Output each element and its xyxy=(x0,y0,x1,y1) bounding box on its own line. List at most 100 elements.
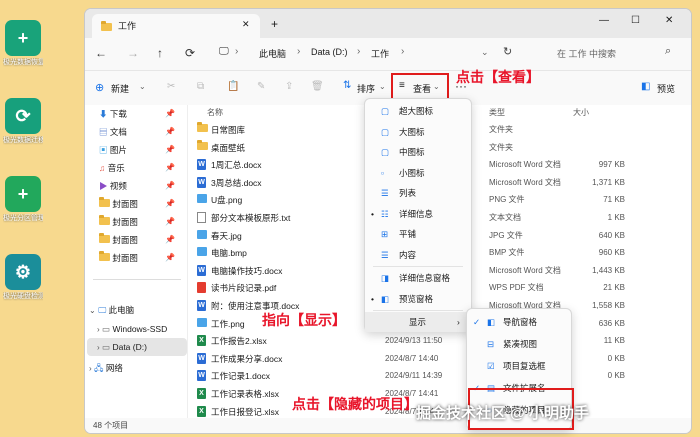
document-icon: ▤ xyxy=(99,127,108,137)
copy-icon[interactable]: ⧉ xyxy=(197,81,204,92)
back-arrow-icon[interactable]: ← xyxy=(95,46,107,60)
sidebar-item-downloads[interactable]: ⬇ 下载 📌 xyxy=(99,105,175,123)
drive-icon: ▭ xyxy=(102,342,111,352)
preview-button[interactable]: 预览 xyxy=(657,82,675,95)
new-tab-button[interactable]: + xyxy=(271,17,278,31)
view-menu-item[interactable]: • ☷ 详细信息 xyxy=(365,204,471,224)
sidebar-item-windows-ssd[interactable]: › ▭ Windows-SSD xyxy=(97,320,167,338)
column-header-type[interactable]: 类型 xyxy=(489,107,505,118)
file-size: 1,443 KB xyxy=(592,265,625,275)
compact-view-icon: ⊟ xyxy=(487,339,495,349)
pin-icon: 📌 xyxy=(165,217,175,226)
chevron-right-icon: › xyxy=(357,46,361,57)
close-tab-icon[interactable]: ✕ xyxy=(242,19,250,30)
show-menu-item[interactable]: ⊟ 紧凑视图 xyxy=(467,333,571,355)
file-name: 读书片段记录.pdf xyxy=(211,283,277,294)
desktop-icon-3[interactable]: + 极光分区管理工具 xyxy=(3,176,43,223)
desktop-icon-2[interactable]: ⟳ 极光数据迁移工具 xyxy=(3,98,43,145)
view-menu-item[interactable]: ⊞ 平铺 xyxy=(365,224,471,244)
up-arrow-icon[interactable]: ↑ xyxy=(157,46,163,60)
file-name: 3周总结.docx xyxy=(211,177,262,188)
view-menu-item[interactable]: ▢ 中图标 xyxy=(365,142,471,162)
sidebar-item-label: 文档 xyxy=(109,127,127,137)
file-name: 桌面壁纸 xyxy=(211,142,246,153)
sidebar-item-music[interactable]: ♫ 音乐 📌 xyxy=(99,159,175,177)
rename-icon[interactable]: ✎ xyxy=(257,81,265,92)
tab-title: 工作 xyxy=(118,21,137,31)
view-menu-item[interactable]: ▢ 超大图标 xyxy=(365,101,471,121)
file-size: 71 KB xyxy=(603,195,625,205)
show-menu-item-label: 导航窗格 xyxy=(503,317,538,327)
view-menu-item[interactable]: ▫ 小图标 xyxy=(365,163,471,183)
menu-divider xyxy=(373,309,463,311)
desktop-icon-4[interactable]: ⚙ 极光硬盘检测修复工具 xyxy=(3,254,43,301)
chevron-right-icon: › xyxy=(89,364,92,373)
file-size: 997 KB xyxy=(598,160,625,170)
cut-icon[interactable]: ✂ xyxy=(167,81,175,92)
close-window-button[interactable]: ✕ xyxy=(665,15,673,26)
image-file-icon xyxy=(197,229,207,239)
sidebar-item-this-pc[interactable]: ⌄ 🖵 此电脑 xyxy=(89,301,134,319)
minimize-button[interactable]: — xyxy=(599,15,609,26)
file-size: 21 KB xyxy=(603,283,625,293)
view-menu-item[interactable]: • ◧ 预览窗格 xyxy=(365,289,471,309)
column-header-size[interactable]: 大小 xyxy=(573,107,589,118)
image-file-icon xyxy=(197,247,207,257)
tab-work[interactable]: 工作 ✕ xyxy=(92,14,260,38)
search-placeholder: 在 工作 中搜索 xyxy=(557,49,617,59)
excel-file-icon: X xyxy=(197,335,206,347)
list-icon: ☰ xyxy=(381,188,389,198)
sidebar-item-cover-3[interactable]: 封面图 📌 xyxy=(99,231,175,249)
app-logo-icon: ⚙ xyxy=(5,254,41,290)
sidebar-item-cover-1[interactable]: 封面图 📌 xyxy=(99,195,175,213)
delete-icon[interactable]: 🗑 xyxy=(311,81,324,92)
show-menu-item[interactable]: ✓ ◧ 导航窗格 xyxy=(467,311,571,333)
chevron-down-icon: ⌄ xyxy=(379,82,386,91)
dropdown-chevron-icon[interactable]: ⌄ xyxy=(481,47,489,58)
sidebar-item-data-drive[interactable]: › ▭ Data (D:) xyxy=(87,338,187,356)
chevron-right-icon: › xyxy=(97,325,100,334)
desktop-icon-label: 极光硬盘检测修复工具 xyxy=(3,293,43,300)
sidebar-item-network[interactable]: › 🖧 网络 xyxy=(89,359,123,377)
refresh-icon[interactable]: ⟳ xyxy=(185,46,195,60)
sidebar-item-cover-4[interactable]: 封面图 📌 xyxy=(99,249,175,267)
view-menu-item[interactable]: 显示 › xyxy=(365,312,471,332)
pin-icon: 📌 xyxy=(165,181,175,190)
word-file-icon: W xyxy=(197,264,206,276)
sidebar-item-label: 封面图 xyxy=(112,199,138,209)
file-type: WPS PDF 文档 xyxy=(489,283,544,293)
maximize-button[interactable]: ☐ xyxy=(631,15,640,26)
show-menu-item[interactable]: ☑ 项目复选框 xyxy=(467,355,571,377)
breadcrumb-data-drive[interactable]: Data (D:) xyxy=(311,47,348,57)
breadcrumb-this-pc[interactable]: 此电脑 xyxy=(259,47,286,60)
new-plus-icon: ⊕ xyxy=(95,82,105,94)
refresh-icon[interactable]: ↻ xyxy=(503,45,512,58)
desktop-icon-label: 极光数据恢复大师 xyxy=(3,59,43,66)
view-menu-item[interactable]: ◨ 详细信息窗格 xyxy=(365,268,471,288)
desktop-icon-1[interactable]: + 极光数据恢复大师 xyxy=(3,20,43,67)
sidebar-item-pictures[interactable]: ▣ 图片 📌 xyxy=(99,141,175,159)
pin-icon: 📌 xyxy=(165,163,175,172)
sidebar-item-cover-2[interactable]: 封面图 📌 xyxy=(99,213,175,231)
address-bar[interactable]: 🖵 › 此电脑 › Data (D:) › 工作 › ⌄ ↻ xyxy=(211,42,531,64)
sidebar-item-videos[interactable]: ▶ 视频 📌 xyxy=(99,177,175,195)
share-icon[interactable]: ⇪ xyxy=(285,81,293,92)
view-button[interactable]: 查看 xyxy=(413,82,431,95)
sort-button[interactable]: 排序 xyxy=(357,82,375,95)
forward-arrow-icon[interactable]: → xyxy=(127,46,139,60)
view-menu-item[interactable]: ▢ 大图标 xyxy=(365,122,471,142)
extra-large-icons-icon: ▢ xyxy=(381,106,390,116)
column-header-name[interactable]: 名称 xyxy=(207,107,223,118)
new-button[interactable]: 新建 xyxy=(111,82,129,95)
file-name: 日常图库 xyxy=(211,125,246,135)
computer-icon: 🖵 xyxy=(219,46,229,57)
search-input[interactable]: 在 工作 中搜索 ⌕ xyxy=(547,42,683,64)
breadcrumb-work[interactable]: 工作 xyxy=(371,47,389,60)
paste-icon[interactable]: 📋 xyxy=(227,81,239,92)
network-icon: 🖧 xyxy=(94,363,104,373)
view-menu-item[interactable]: ☰ 内容 xyxy=(365,245,471,265)
details-icon: ☷ xyxy=(381,208,389,219)
view-menu-item[interactable]: ☰ 列表 xyxy=(365,183,471,203)
sidebar-item-documents[interactable]: ▤ 文档 📌 xyxy=(99,123,175,141)
view-menu-item-label: 内容 xyxy=(399,249,417,260)
